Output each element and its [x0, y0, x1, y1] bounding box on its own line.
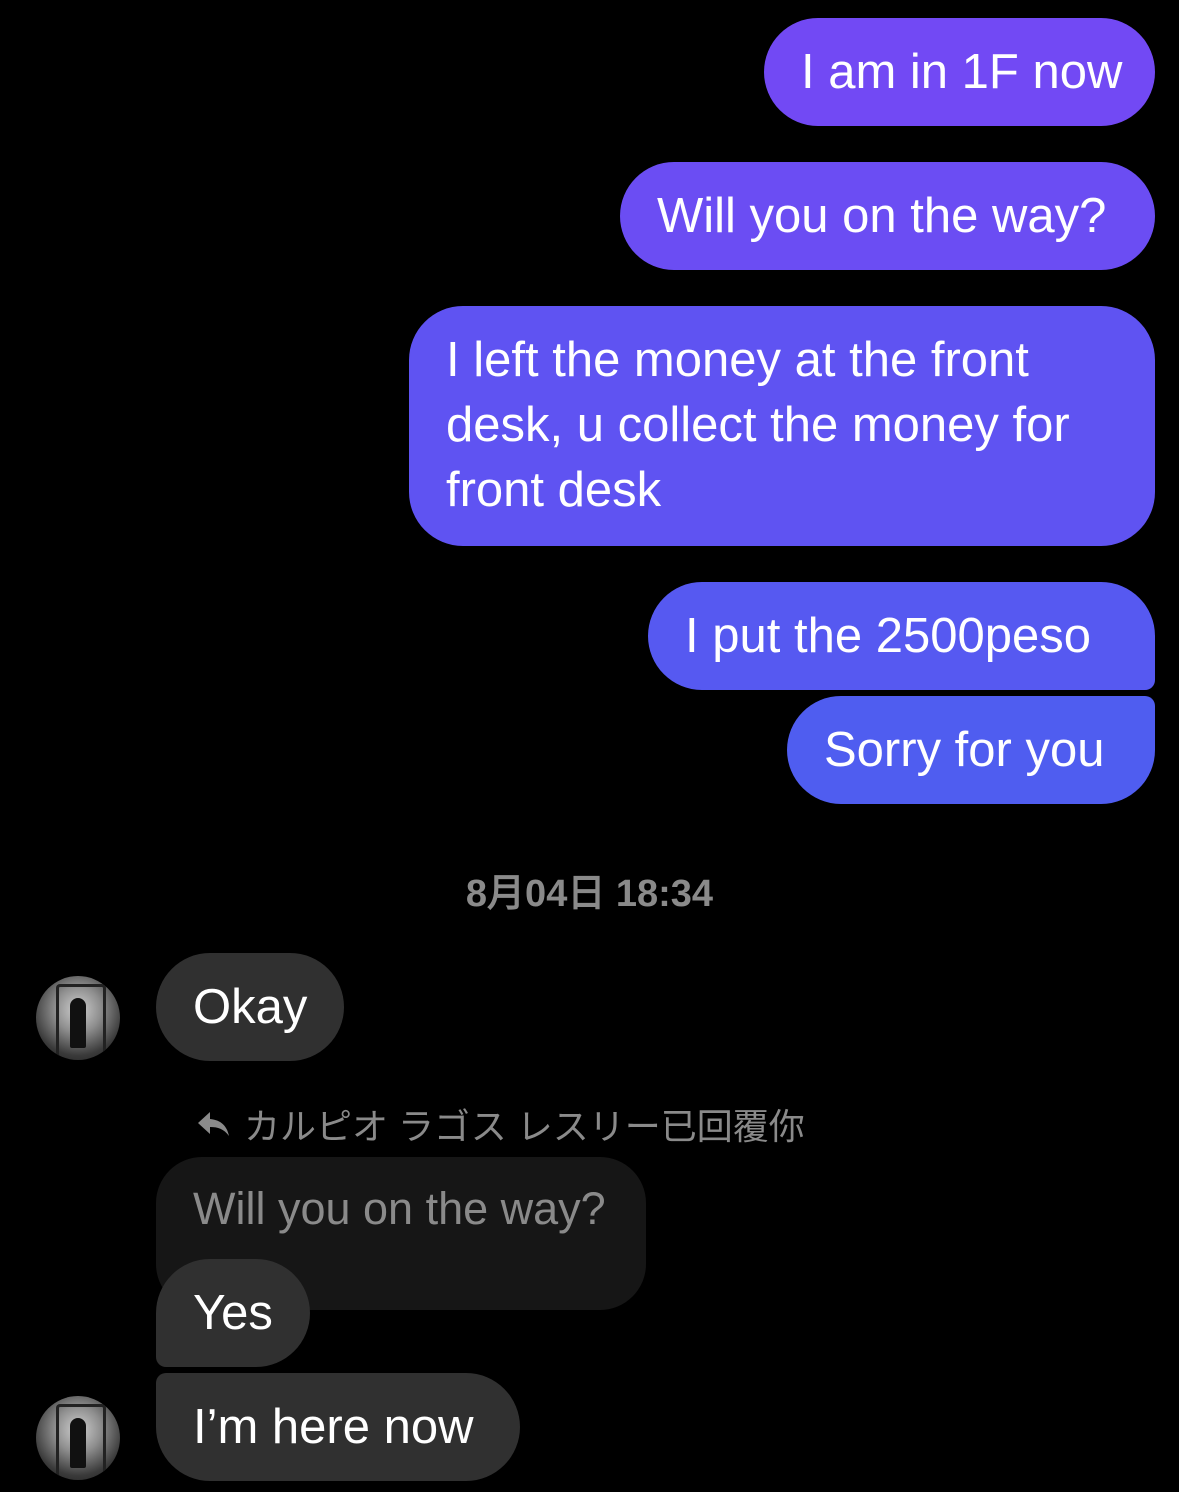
message-text: I’m here now — [193, 1400, 474, 1454]
avatar-photo-figure — [70, 1418, 86, 1468]
message-text: Yes — [193, 1286, 273, 1340]
reply-arrow-icon — [198, 1112, 229, 1136]
outgoing-message[interactable]: Will you on the way? — [620, 162, 1155, 270]
reply-indicator-text: カルピオ ラゴス レスリー已回覆你 — [244, 1106, 805, 1147]
chat-timestamp: 8月04日 18:34 — [465, 873, 714, 915]
outgoing-message[interactable]: I am in 1F now — [764, 18, 1155, 126]
message-text: Okay — [193, 980, 308, 1034]
message-text: I am in 1F now — [801, 45, 1123, 99]
incoming-message[interactable]: Okay — [156, 953, 344, 1061]
message-text: Will you on the way? — [657, 189, 1107, 243]
quoted-text: Will you on the way? — [193, 1183, 606, 1234]
message-text: I put the 2500peso — [685, 609, 1091, 663]
message-line: front desk — [446, 463, 662, 517]
avatar-photo-figure — [70, 998, 86, 1048]
message-text: Sorry for you — [824, 723, 1105, 777]
incoming-message[interactable]: I’m here now — [156, 1373, 520, 1481]
outgoing-message[interactable]: I left the money at the front desk, u co… — [409, 306, 1155, 546]
message-line: desk, u collect the money for — [446, 398, 1070, 452]
reply-indicator: カルピオ ラゴス レスリー已回覆你 — [196, 1098, 805, 1150]
contact-avatar[interactable] — [36, 976, 120, 1060]
outgoing-message[interactable]: I put the 2500peso — [648, 582, 1155, 690]
message-line: I left the money at the front — [446, 333, 1029, 387]
outgoing-message[interactable]: Sorry for you — [787, 696, 1155, 804]
incoming-message[interactable]: Yes — [156, 1259, 310, 1367]
contact-avatar[interactable] — [36, 1396, 120, 1480]
